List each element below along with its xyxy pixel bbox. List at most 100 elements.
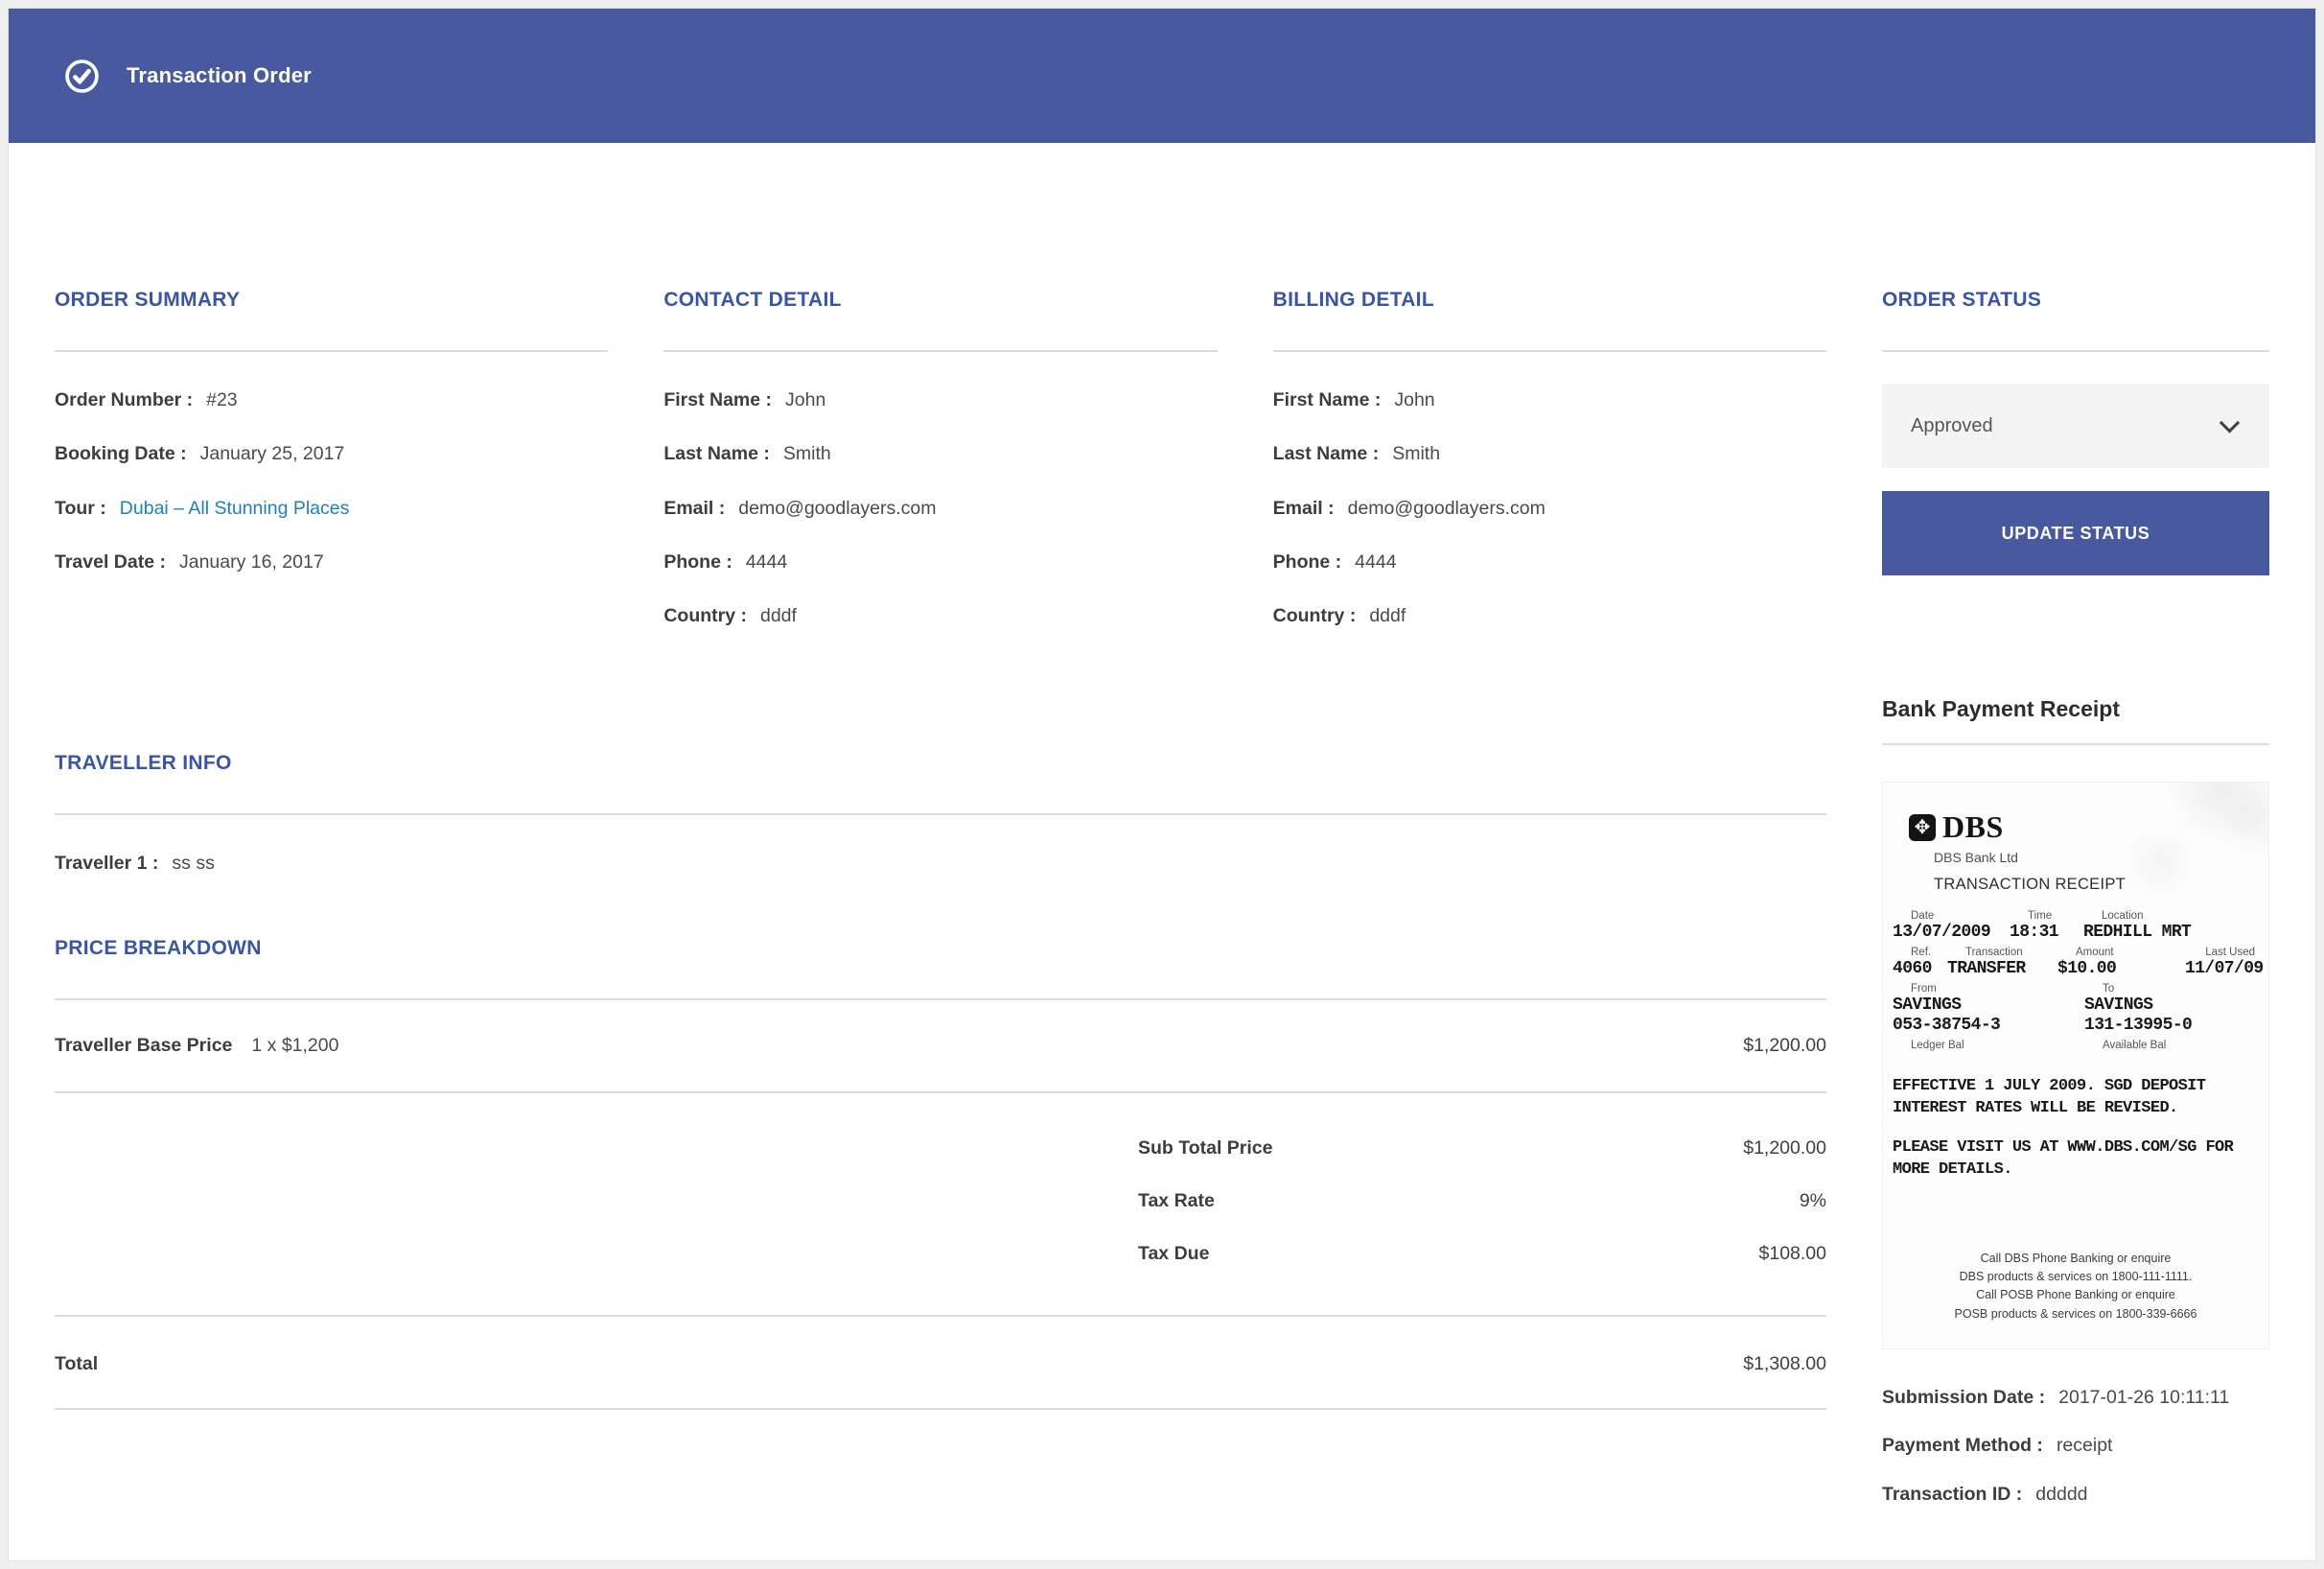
divider [55,813,1826,815]
field-value: ddddd [2035,1484,2087,1505]
page-title: Transaction Order [127,63,312,88]
contact-detail-title: CONTACT DETAIL [663,289,1217,312]
order-status-dropdown[interactable]: Approved [1882,384,2269,468]
tax-rate-amount: 9% [1800,1190,1826,1212]
field-label: Travel Date : [55,551,166,573]
tour-field: Tour : Dubai – All Stunning Places [55,495,608,522]
divider [1882,350,2269,352]
subtotal-label: Sub Total Price [1138,1137,1273,1159]
field-label: Phone : [663,551,732,573]
bank-receipt-title: Bank Payment Receipt [1882,696,2269,722]
divider [55,1408,1826,1410]
dbs-logo-text: DBS [1942,809,2004,845]
receipt-fromto-line2: 053-38754-3131-13995-0 [1893,1016,2259,1035]
price-item-row: Traveller Base Price 1 x $1,200 $1,200.00 [55,1000,1826,1091]
transaction-order-card: Transaction Order ORDER SUMMARY Order Nu… [8,8,2316,1561]
receipt-image: ✥ DBS DBS Bank Ltd TRANSACTION RECEIPT D… [1882,782,2269,1349]
receipt-row2-values: 4060TRANSFER$10.0011/07/09 [1893,959,2259,978]
bank-receipt-section: Bank Payment Receipt ✥ DBS DBS Bank Ltd … [1882,696,2269,1508]
tax-due-row: Tax Due $108.00 [55,1243,1826,1265]
content-area: ORDER SUMMARY Order Number : #23 Booking … [9,143,2315,1560]
contact-email-field: Email :demo@goodlayers.com [663,495,1217,522]
order-number-field: Order Number : #23 [55,386,608,413]
field-value: John [785,389,825,410]
submission-date-field: Submission Date : 2017-01-26 10:11:11 [1882,1384,2269,1411]
tax-rate-label: Tax Rate [1138,1190,1215,1212]
detail-columns: ORDER SUMMARY Order Number : #23 Booking … [55,289,1826,656]
price-subtotals: Sub Total Price $1,200.00 Tax Rate 9% Ta… [55,1093,1826,1315]
price-item-detail: 1 x $1,200 [251,1035,338,1056]
field-value: #23 [206,389,238,410]
field-value: Smith [783,443,831,464]
receipt-doc-title: TRANSACTION RECEIPT [1934,876,2259,894]
receipt-meta-fields: Submission Date : 2017-01-26 10:11:11 Pay… [1882,1384,2269,1508]
field-label: Payment Method : [1882,1435,2043,1456]
price-item-left: Traveller Base Price 1 x $1,200 [55,1035,338,1057]
contact-first-name-field: First Name : John [663,386,1217,413]
receipt-fromto-line1: SAVINGSSAVINGS [1893,995,2259,1015]
field-label: Last Name : [1273,443,1380,464]
contact-phone-field: Phone :4444 [663,549,1217,575]
price-breakdown-title: PRICE BREAKDOWN [55,937,1826,960]
field-label: Transaction ID : [1882,1484,2022,1505]
tax-rate-row: Tax Rate 9% [55,1190,1826,1212]
dbs-logo-icon: ✥ [1909,814,1936,841]
divider [663,350,1217,352]
billing-last-name-field: Last Name :Smith [1273,440,1826,467]
dbs-logo: ✥ DBS [1909,809,2259,845]
subtotal-amount: $1,200.00 [1743,1137,1826,1159]
billing-country-field: Country :dddf [1273,602,1826,629]
contact-detail-section: CONTACT DETAIL First Name : John Last Nam… [663,289,1217,656]
billing-detail-section: BILLING DETAIL First Name :John Last Nam… [1273,289,1826,656]
traveller-1-field: Traveller 1 : ss ss [55,850,1826,877]
billing-detail-title: BILLING DETAIL [1273,289,1826,312]
receipt-footer: Call DBS Phone Banking or enquire DBS pr… [1893,1250,2259,1328]
field-label: First Name : [663,389,772,410]
field-label: Phone : [1273,551,1342,573]
update-status-button[interactable]: UPDATE STATUS [1882,491,2269,575]
order-summary-title: ORDER SUMMARY [55,289,608,312]
receipt-fromto-labels: FromTo [1893,983,2259,995]
tax-due-label: Tax Due [1138,1243,1209,1265]
main-column: ORDER SUMMARY Order Number : #23 Booking … [55,289,1826,1560]
divider [1882,743,2269,745]
order-status-select[interactable]: Approved [1882,384,2269,468]
header-bar: Transaction Order [9,9,2315,143]
order-status-section: ORDER STATUS Approved UPDATE STATUS [1882,289,2269,575]
total-amount: $1,308.00 [1743,1353,1826,1375]
field-value: January 25, 2017 [200,443,345,464]
receipt-row1-values: 13/07/200918:31REDHILL MRT [1893,923,2259,942]
booking-date-field: Booking Date :January 25, 2017 [55,440,608,467]
price-item-label: Traveller Base Price [55,1035,232,1056]
transaction-id-field: Transaction ID : ddddd [1882,1481,2269,1508]
receipt-notice-1: EFFECTIVE 1 JULY 2009. SGD DEPOSIT INTER… [1893,1076,2259,1120]
field-label: Country : [1273,605,1357,626]
billing-first-name-field: First Name :John [1273,386,1826,413]
sidebar: ORDER STATUS Approved UPDATE STATUS Bank… [1882,289,2269,1560]
order-status-title: ORDER STATUS [1882,289,2269,312]
price-item-amount: $1,200.00 [1743,1035,1826,1057]
subtotal-row: Sub Total Price $1,200.00 [55,1137,1826,1159]
travel-date-field: Travel Date : January 16, 2017 [55,549,608,575]
field-value: John [1394,389,1434,410]
field-value: ss ss [172,853,214,874]
traveller-info-section: TRAVELLER INFO Traveller 1 : ss ss [55,752,1826,877]
contact-last-name-field: Last Name :Smith [663,440,1217,467]
field-label: Submission Date : [1882,1387,2045,1408]
field-label: Traveller 1 : [55,853,158,874]
field-label: Tour : [55,498,106,519]
field-value: 2017-01-26 10:11:11 [2058,1387,2229,1408]
receipt-bank-name: DBS Bank Ltd [1934,850,2259,865]
field-value: receipt [2057,1435,2113,1456]
receipt-row1-labels: DateTimeLocation [1893,910,2259,922]
field-value: dddf [760,605,797,626]
traveller-info-title: TRAVELLER INFO [55,752,1826,775]
field-label: Email : [1273,498,1335,519]
payment-method-field: Payment Method : receipt [1882,1432,2269,1459]
page: { "colors": { "accent": "#4859A0", "head… [0,0,2324,1569]
order-summary-section: ORDER SUMMARY Order Number : #23 Booking … [55,289,608,656]
field-value: January 16, 2017 [179,551,324,573]
field-label: Order Number : [55,389,193,410]
tour-link[interactable]: Dubai – All Stunning Places [120,498,350,519]
billing-phone-field: Phone :4444 [1273,549,1826,575]
